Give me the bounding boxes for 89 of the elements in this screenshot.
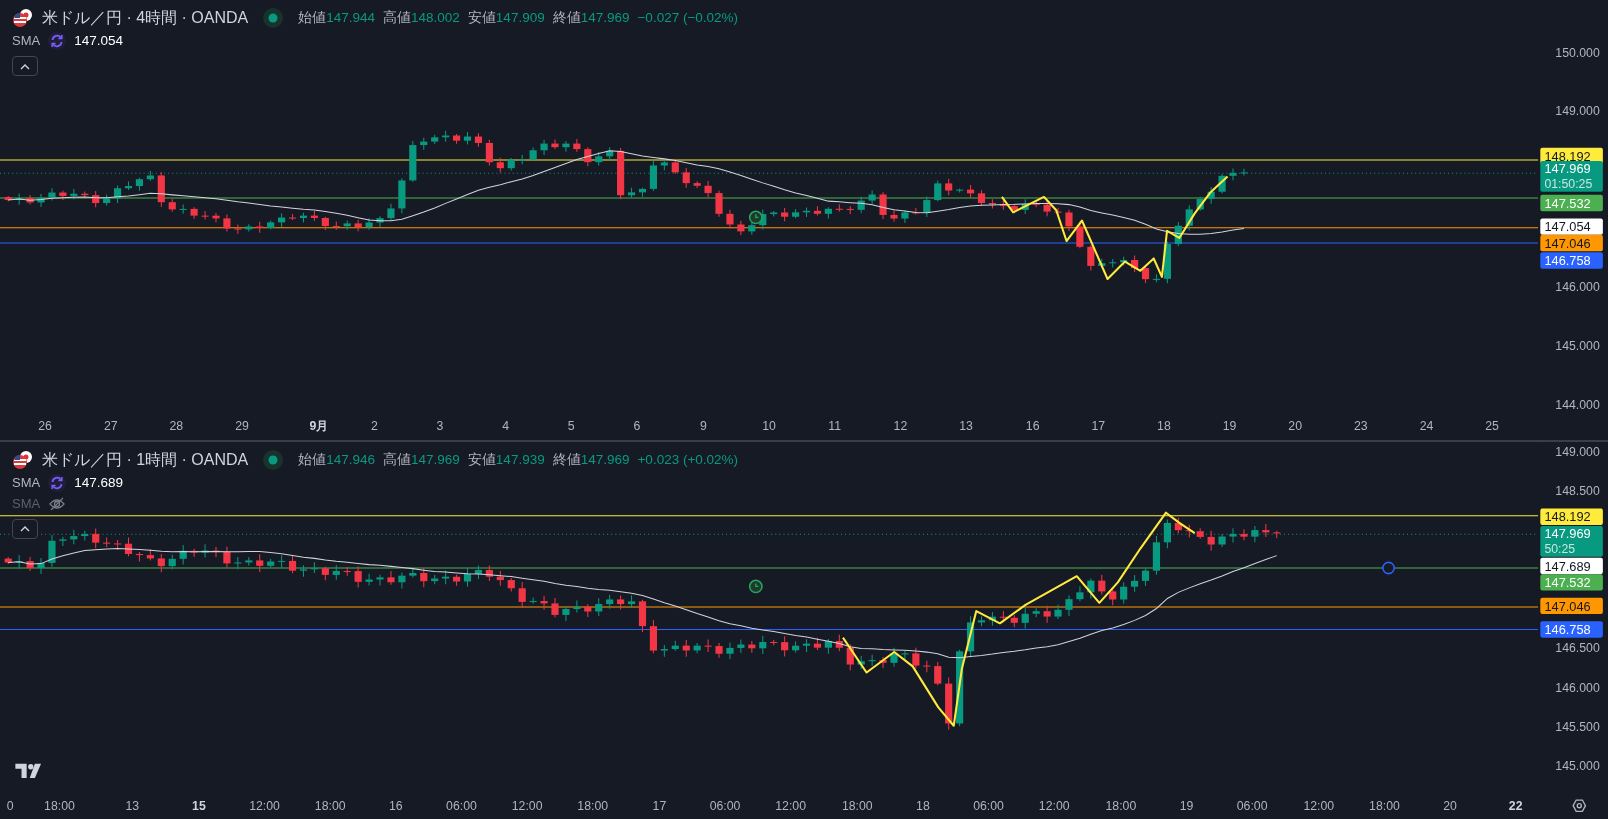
time-tick-label: 16 <box>389 798 403 813</box>
time-tick-label: 19 <box>1222 418 1237 433</box>
time-tick-label: 18:00 <box>841 798 873 813</box>
indicator-value: 147.054 <box>74 32 123 50</box>
price-tick-label: 145.000 <box>1555 338 1600 353</box>
time-tick-label: 11 <box>828 418 842 433</box>
price-tick-label: 148.500 <box>1555 484 1600 499</box>
ohlc-label: 終値 <box>552 452 581 468</box>
price-label: 147.054 <box>1540 218 1603 235</box>
price-change: −0.027 (−0.02%) <box>637 8 739 27</box>
time-tick-label: 13 <box>125 798 140 813</box>
ohlc-label: 高値 <box>383 10 412 26</box>
time-tick-label: 12:00 <box>511 798 543 813</box>
ohlc-value: 147.939 <box>495 452 545 468</box>
chart-title: 米ドル／円 · 4時間 · OANDA <box>42 8 249 28</box>
time-tick-label: 18:00 <box>44 798 75 813</box>
time-tick-label: 29 <box>235 418 249 433</box>
time-tick-label: 4 <box>502 418 509 433</box>
indicator-name: SMA <box>12 495 41 514</box>
time-tick-label: 18:00 <box>1105 798 1137 813</box>
time-tick-label: 22 <box>1508 798 1523 813</box>
time-tick-label: 15 <box>192 798 206 813</box>
indicator-value: 147.689 <box>74 474 123 492</box>
time-tick-label: 13 <box>959 418 973 433</box>
time-tick-label: 2 <box>370 418 378 433</box>
ohlc-value: 147.946 <box>326 452 376 468</box>
ohlc-value: 147.969 <box>580 452 630 468</box>
price-tick-label: 150.000 <box>1555 46 1600 61</box>
time-tick-label: 18 <box>1157 418 1171 433</box>
time-tick-label: 17 <box>1091 418 1106 433</box>
price-tick-label: 146.500 <box>1555 641 1600 655</box>
indicator-name: SMA <box>12 32 41 51</box>
ohlc-value: 148.002 <box>411 10 460 26</box>
time-tick-label: 10 <box>762 418 776 433</box>
time-tick-label: 28 <box>169 418 184 433</box>
time-tick-label: 19 <box>1179 798 1194 813</box>
time-tick-label: 12:00 <box>1038 798 1070 813</box>
price-tick-label: 146.000 <box>1555 280 1600 295</box>
time-tick-label: 23 <box>1354 418 1368 433</box>
ohlc-label: 始値 <box>298 452 327 468</box>
price-tick-label: 145.000 <box>1555 758 1600 773</box>
time-tick-label: 18:00 <box>1369 798 1400 813</box>
ohlc-value: 147.944 <box>326 10 376 26</box>
time-tick-label: 26 <box>38 418 52 433</box>
time-tick-label: 9 <box>700 418 707 433</box>
time-tick-label: 18:00 <box>314 798 346 813</box>
ohlc-label: 安値 <box>467 10 496 26</box>
time-tick-label: 06:00 <box>709 798 741 813</box>
price-label: 147.532 <box>1540 574 1603 591</box>
ohlc-label: 安値 <box>467 452 496 468</box>
time-tick-label: 12:00 <box>249 798 280 813</box>
chart-title: 米ドル／円 · 1時間 · OANDA <box>42 450 249 470</box>
ohlc-value: 147.909 <box>495 10 545 26</box>
time-tick-label: 06:00 <box>1236 798 1268 813</box>
time-tick-label: 20 <box>1443 798 1457 813</box>
time-tick-label: 18 <box>916 798 930 813</box>
time-tick-label: 25 <box>1485 418 1499 433</box>
indicator-name: SMA <box>12 474 41 493</box>
time-tick-label: 9月 <box>309 418 329 433</box>
ohlc-value: 147.969 <box>411 452 460 468</box>
price-label: 146.758 <box>1540 252 1603 269</box>
ohlc-value: 147.969 <box>580 10 630 26</box>
time-tick-label: 18:00 <box>577 798 609 813</box>
price-tick-label: 144.000 <box>1555 398 1600 413</box>
time-tick-label: 12 <box>893 418 908 433</box>
time-tick-label: 5 <box>567 418 575 433</box>
time-tick-label: 0 <box>6 798 14 813</box>
price-tick-label: 149.000 <box>1555 103 1600 118</box>
time-tick-label: 06:00 <box>446 798 477 813</box>
time-tick-label: 06:00 <box>973 798 1004 813</box>
ohlc-label: 始値 <box>298 10 327 26</box>
price-label: 147.969 01:50:25 <box>1540 161 1603 192</box>
time-tick-label: 27 <box>103 418 118 433</box>
time-tick-label: 12:00 <box>775 798 807 813</box>
time-tick-label: 20 <box>1288 418 1303 433</box>
ohlc-label: 高値 <box>383 452 412 468</box>
time-tick-label: 16 <box>1025 418 1040 433</box>
time-tick-label: 17 <box>652 798 667 813</box>
time-tick-label: 6 <box>633 418 641 433</box>
time-tick-label: 24 <box>1419 418 1434 433</box>
time-tick-label: 12:00 <box>1303 798 1335 813</box>
price-tick-label: 149.000 <box>1555 445 1600 460</box>
price-change: +0.023 (+0.02%) <box>637 450 739 469</box>
price-label: 146.758 <box>1540 621 1603 638</box>
price-label: 147.969 50:25 <box>1540 526 1603 557</box>
price-tick-label: 145.500 <box>1555 719 1600 734</box>
ohlc-label: 終値 <box>552 10 581 26</box>
price-tick-label: 146.000 <box>1555 680 1600 695</box>
time-tick-label: 3 <box>436 418 444 433</box>
